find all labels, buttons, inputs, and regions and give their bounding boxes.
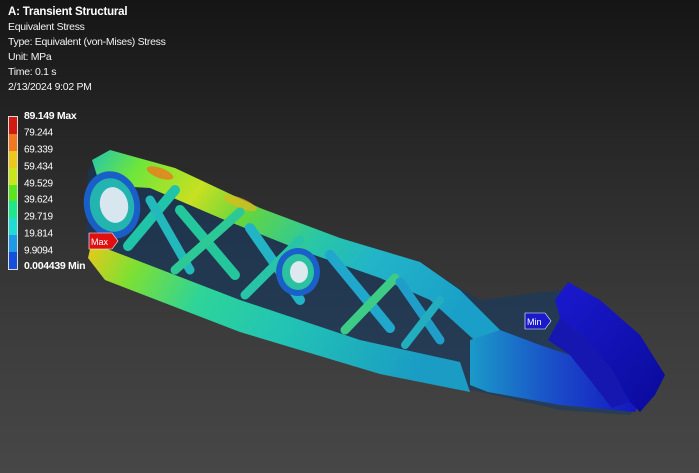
result-unit: Unit: MPa (8, 51, 52, 63)
result-time: Time: 0.1 s (8, 66, 57, 78)
legend-tick-label: 69.339 (24, 144, 53, 156)
legend-swatch (9, 117, 17, 134)
legend-swatch (9, 201, 17, 219)
legend-tick-label: 39.624 (24, 194, 53, 206)
legend-color-bar (8, 116, 18, 270)
result-type: Type: Equivalent (von-Mises) Stress (8, 36, 166, 48)
min-probe[interactable]: Min (524, 312, 552, 330)
result-name: Equivalent Stress (8, 21, 85, 33)
legend-tick-label: 9.9094 (24, 245, 53, 257)
legend-tick-label: 29.719 (24, 211, 53, 223)
legend-swatch (9, 252, 17, 269)
legend-tick-label: 79.244 (24, 127, 53, 139)
legend-min-label: 0.004439 Min (24, 260, 86, 272)
result-timestamp: 2/13/2024 9:02 PM (8, 81, 92, 93)
legend-swatch (9, 218, 17, 236)
legend-swatch (9, 150, 17, 168)
color-legend[interactable]: 89.149 Max 79.244 69.339 59.434 49.529 39.62… (8, 110, 118, 272)
legend-tick-label: 59.434 (24, 161, 53, 173)
legend-tick-label: 19.814 (24, 228, 53, 240)
middle-hole (290, 261, 308, 283)
legend-max-label: 89.149 Max (24, 110, 77, 122)
legend-tick-label: 49.529 (24, 178, 53, 190)
legend-swatch (9, 235, 17, 253)
analysis-title: A: Transient Structural (8, 6, 128, 18)
legend-swatch (9, 167, 17, 185)
result-header: A: Transient Structural Equivalent Stres… (8, 5, 166, 95)
legend-swatch (9, 184, 17, 202)
min-probe-label: Min (527, 317, 542, 327)
legend-swatch (9, 133, 17, 151)
